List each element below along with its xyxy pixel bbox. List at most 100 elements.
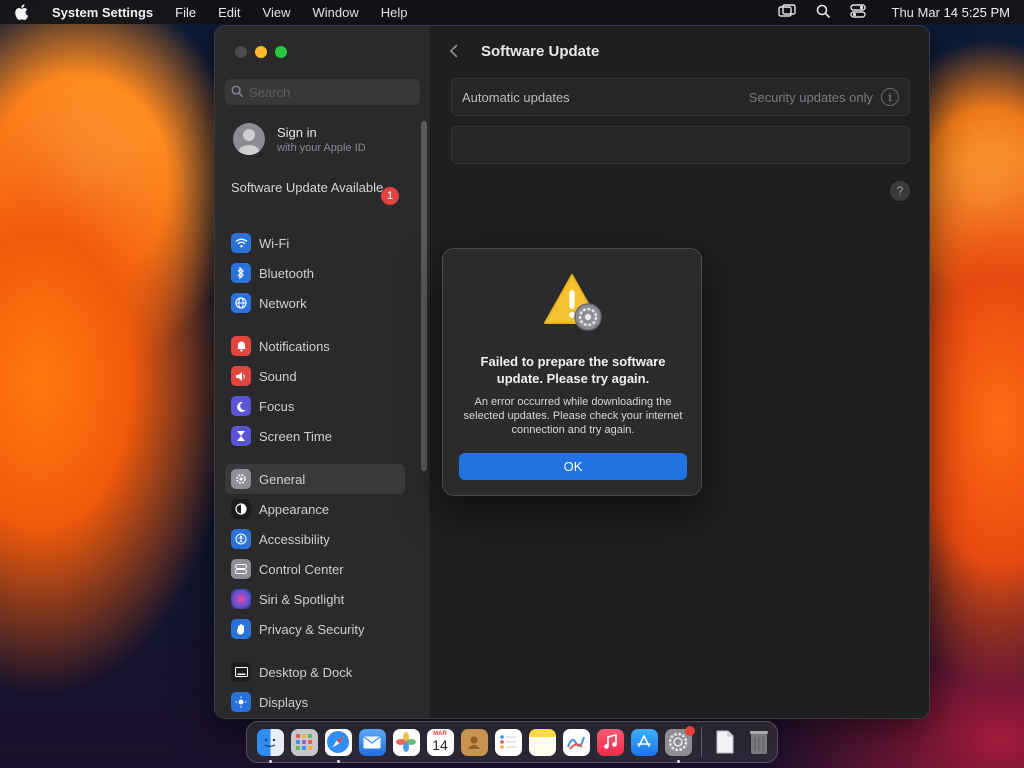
sidebar-item-label: Siri & Spotlight: [259, 591, 345, 607]
sidebar-item-label: Notifications: [259, 338, 330, 354]
sidebar-item-siri-spotlight[interactable]: Siri & Spotlight: [225, 584, 405, 614]
sidebar-item-control-center[interactable]: Control Center: [225, 554, 405, 584]
sidebar-group-connectivity: Wi-Fi Bluetooth Network: [225, 228, 405, 318]
sidebar-item-label: General: [259, 471, 306, 487]
software-update-available-item[interactable]: Software Update Available: [231, 180, 401, 196]
privacy-icon: [231, 619, 251, 639]
sidebar-item-label: Appearance: [259, 501, 330, 517]
warning-icon: [543, 273, 605, 333]
mail-icon[interactable]: [358, 728, 386, 756]
sidebar-item-label: Desktop & Dock: [259, 664, 353, 680]
contacts-icon[interactable]: [460, 728, 488, 756]
photos-icon[interactable]: [392, 728, 420, 756]
sidebar-item-screen-time[interactable]: Screen Time: [225, 421, 405, 451]
info-icon[interactable]: i: [881, 88, 899, 106]
sidebar: Sign in with your Apple ID Software Upda…: [215, 26, 431, 718]
sidebar-item-desktop-dock[interactable]: Desktop & Dock: [225, 657, 405, 687]
notes-icon[interactable]: [528, 728, 556, 756]
menu-help[interactable]: Help: [381, 5, 408, 20]
window-controls: [235, 46, 287, 58]
menu-clock[interactable]: Thu Mar 14 5:25 PM: [892, 5, 1011, 20]
sidebar-item-wifi[interactable]: Wi-Fi: [225, 228, 405, 258]
sidebar-item-notifications[interactable]: Notifications: [225, 331, 405, 361]
freeform-icon[interactable]: [562, 728, 590, 756]
app-store-icon[interactable]: [630, 728, 658, 756]
reminders-icon[interactable]: [494, 728, 522, 756]
running-indicator: [676, 759, 680, 763]
sidebar-group-desktop: Desktop & Dock Displays: [225, 657, 405, 717]
accessibility-icon: [231, 529, 251, 549]
sidebar-item-label: Accessibility: [259, 531, 330, 547]
desktop-dock-icon: [231, 662, 251, 682]
sidebar-item-network[interactable]: Network: [225, 288, 405, 318]
update-count-badge: 1: [381, 187, 399, 205]
sidebar-item-label: Screen Time: [259, 428, 332, 444]
menu-edit[interactable]: Edit: [218, 5, 240, 20]
finder-icon[interactable]: [256, 728, 284, 763]
sidebar-item-appearance[interactable]: Appearance: [225, 494, 405, 524]
calendar-day: 14: [432, 737, 448, 753]
sidebar-group-general: General Appearance Accessibility Control…: [225, 464, 405, 644]
dock: MAR 14: [246, 721, 778, 763]
calendar-icon[interactable]: MAR 14: [426, 728, 454, 756]
music-icon[interactable]: [596, 728, 624, 756]
sidebar-item-bluetooth[interactable]: Bluetooth: [225, 258, 405, 288]
control-center-icon[interactable]: [849, 3, 866, 21]
sidebar-item-label: Privacy & Security: [259, 621, 365, 637]
sidebar-item-general[interactable]: General: [225, 464, 405, 494]
sidebar-search[interactable]: [225, 79, 420, 105]
displays-icon: [231, 692, 251, 712]
alert-title: Failed to prepare the software update. P…: [480, 354, 666, 386]
minimize-window-button[interactable]: [255, 46, 267, 58]
search-icon[interactable]: [816, 4, 830, 21]
focus-icon: [231, 396, 251, 416]
launchpad-icon[interactable]: [290, 728, 318, 756]
automatic-updates-value: Security updates only: [748, 89, 873, 105]
sidebar-item-label: Control Center: [259, 561, 344, 577]
sidebar-scrollbar[interactable]: [421, 121, 427, 471]
menu-bar: System Settings File Edit View Window He…: [0, 0, 1024, 24]
system-settings-icon[interactable]: [664, 725, 695, 763]
sidebar-item-sound[interactable]: Sound: [225, 361, 405, 391]
menu-window[interactable]: Window: [312, 5, 358, 20]
running-indicator: [268, 759, 272, 763]
apple-menu-icon[interactable]: [14, 4, 34, 20]
bluetooth-icon: [231, 263, 251, 283]
siri-icon: [231, 589, 251, 609]
general-icon: [231, 469, 251, 489]
zoom-window-button[interactable]: [275, 46, 287, 58]
chevron-left-icon: [449, 44, 458, 58]
menu-view[interactable]: View: [263, 5, 291, 20]
sidebar-item-label: Network: [259, 295, 307, 311]
automatic-updates-row[interactable]: Automatic updates Security updates only …: [451, 78, 910, 116]
avatar: [233, 123, 265, 155]
control-center-icon: [231, 559, 251, 579]
sidebar-group-notifications: Notifications Sound Focus Screen Time: [225, 331, 405, 451]
sound-icon: [231, 366, 251, 386]
signin-subtitle: with your Apple ID: [277, 141, 366, 154]
help-button[interactable]: ?: [890, 181, 910, 201]
search-icon: [231, 85, 243, 100]
sidebar-item-privacy-security[interactable]: Privacy & Security: [225, 614, 405, 644]
screen-time-icon: [231, 426, 251, 446]
sidebar-item-focus[interactable]: Focus: [225, 391, 405, 421]
signin-title: Sign in: [277, 124, 317, 140]
safari-icon[interactable]: [324, 728, 352, 763]
close-window-button[interactable]: [235, 46, 247, 58]
notifications-icon: [231, 336, 251, 356]
network-icon: [231, 293, 251, 313]
dock-separator: [701, 727, 702, 757]
apple-id-signin[interactable]: Sign in with your Apple ID: [233, 123, 366, 155]
screen-mirroring-icon[interactable]: [777, 3, 796, 21]
menu-app-name[interactable]: System Settings: [52, 5, 153, 20]
back-button[interactable]: [449, 42, 459, 65]
sidebar-item-label: Wi-Fi: [259, 235, 290, 251]
sidebar-item-accessibility[interactable]: Accessibility: [225, 524, 405, 554]
document-icon[interactable]: [712, 729, 739, 756]
trash-icon[interactable]: [746, 729, 773, 756]
menu-file[interactable]: File: [175, 5, 196, 20]
sidebar-item-displays[interactable]: Displays: [225, 687, 405, 717]
search-input[interactable]: [249, 84, 409, 100]
ok-button[interactable]: OK: [459, 453, 687, 480]
wifi-icon: [231, 233, 251, 253]
